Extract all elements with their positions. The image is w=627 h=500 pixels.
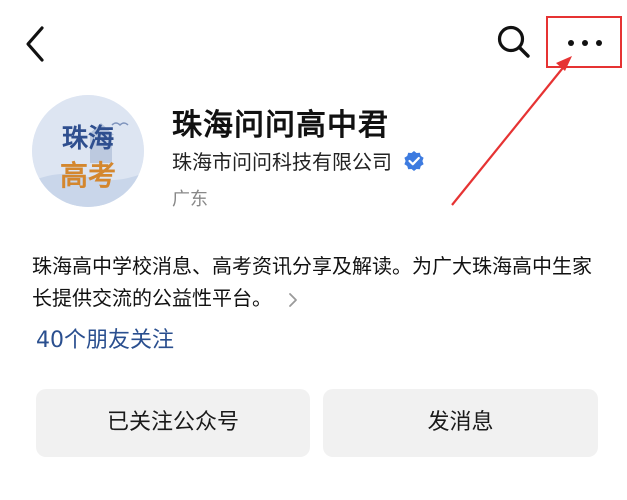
back-icon (26, 26, 44, 62)
avatar-logo: 珠海 高考 (32, 95, 144, 207)
chevron-right-icon (289, 292, 297, 307)
company-row[interactable]: 珠海市问问科技有限公司 (172, 146, 425, 174)
back-button[interactable] (18, 24, 54, 64)
verified-badge-icon (404, 150, 424, 171)
send-message-button[interactable]: 发消息 (323, 389, 598, 457)
avatar-text-top: 珠海 (62, 124, 114, 154)
top-bar (0, 0, 627, 90)
more-icon (568, 40, 602, 46)
avatar-text-bottom: 高考 (60, 159, 116, 192)
search-button[interactable] (494, 22, 534, 62)
search-icon (497, 25, 530, 58)
friends-following-link[interactable]: 40个朋友关注 (36, 322, 174, 354)
company-name: 珠海市问问科技有限公司 (172, 150, 392, 174)
description-text: 珠海高中学校消息、高考资讯分享及解读。为广大珠海高中生家长提供交流的公益性平台。 (32, 254, 592, 310)
followed-account-button[interactable]: 已关注公众号 (36, 389, 310, 457)
region-label: 广东 (172, 189, 208, 210)
more-button[interactable] (546, 16, 622, 68)
avatar[interactable]: 珠海 高考 (32, 95, 144, 207)
account-name: 珠海问问高中君 (172, 108, 389, 143)
account-description[interactable]: 珠海高中学校消息、高考资讯分享及解读。为广大珠海高中生家长提供交流的公益性平台。 (32, 250, 607, 314)
